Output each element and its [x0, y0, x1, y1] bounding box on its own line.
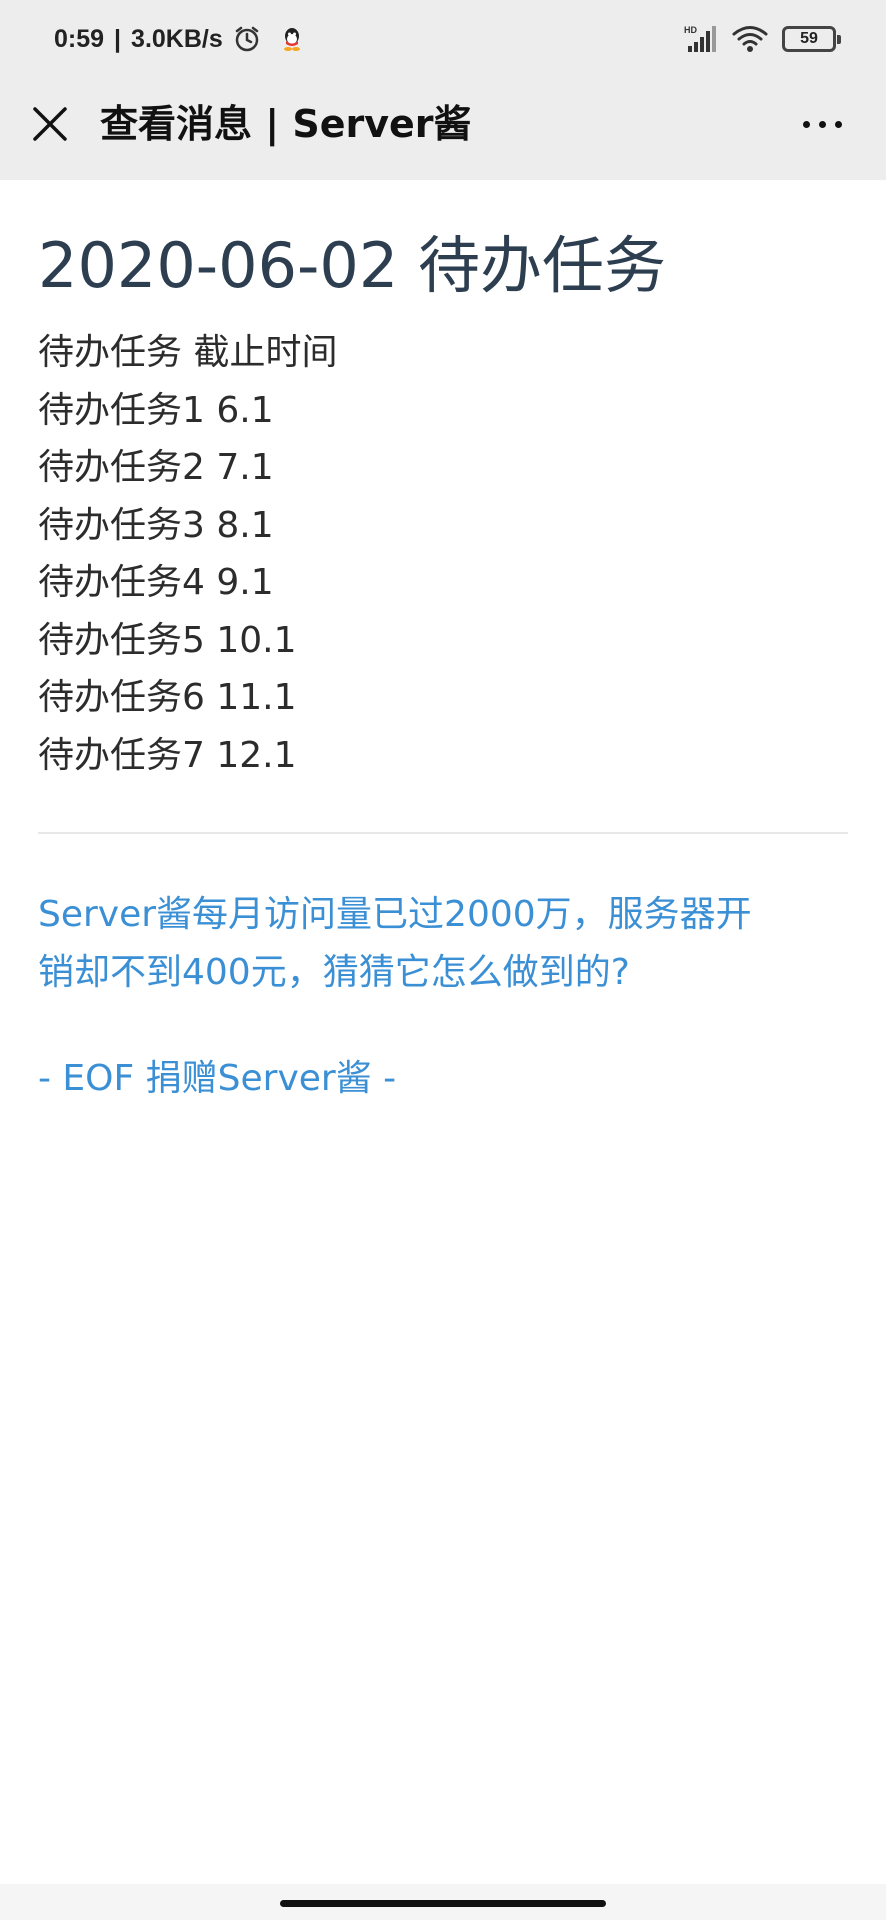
message-content: 2020-06-02 待办任务 待办任务 截止时间 待办任务1 6.1 待办任务…: [38, 180, 848, 1108]
task-list: 待办任务 截止时间 待办任务1 6.1 待办任务2 7.1 待办任务3 8.1 …: [38, 324, 848, 784]
network-type-label: HD: [684, 25, 697, 35]
divider: [38, 832, 848, 834]
battery-icon: 59: [782, 26, 841, 52]
task-row: 待办任务4 9.1: [38, 562, 274, 603]
status-separator: |: [114, 24, 122, 53]
more-icon-dot: [834, 120, 842, 128]
promo-line-1: Server酱每月访问量已过2000万，服务器开: [38, 894, 752, 935]
promo-line-2: 销却不到400元，猜猜它怎么做到的?: [38, 952, 630, 993]
task-row: 待办任务5 10.1: [38, 619, 297, 661]
task-row: 待办任务3 8.1: [38, 504, 274, 546]
task-row: 待办任务2 7.1: [38, 447, 274, 488]
close-button[interactable]: [26, 100, 74, 148]
more-button[interactable]: [794, 100, 850, 148]
promo-link[interactable]: Server酱每月访问量已过2000万，服务器开 销却不到400元，猜猜它怎么做…: [38, 886, 848, 1002]
nav-title: 查看消息 | Server酱: [100, 102, 472, 146]
task-row: 待办任务1 6.1: [38, 389, 274, 431]
status-bar: 0:59 | 3.0KB/s HD 59: [0, 0, 886, 78]
donate-link[interactable]: - EOF 捐赠Server酱 -: [38, 1050, 848, 1108]
message-heading: 2020-06-02 待办任务: [38, 229, 667, 302]
gesture-bar: [0, 1884, 886, 1920]
task-row: 待办任务7 12.1: [38, 734, 297, 776]
qq-icon: [283, 28, 300, 51]
network-speed: 3.0KB/s: [131, 24, 223, 53]
nav-bar: 查看消息 | Server酱: [0, 78, 886, 180]
alarm-icon: [235, 26, 259, 52]
battery-level: 59: [800, 30, 818, 47]
close-icon: [33, 107, 67, 141]
task-list-header: 待办任务 截止时间: [38, 332, 338, 373]
wifi-icon: [732, 26, 768, 52]
more-icon-dot: [818, 120, 826, 128]
home-indicator[interactable]: [280, 1900, 606, 1907]
status-left: 0:59 | 3.0KB/s: [54, 20, 303, 58]
status-time: 0:59: [54, 24, 105, 53]
status-right: HD 59: [684, 22, 841, 56]
signal-icon: HD: [684, 25, 716, 52]
more-icon-dot: [802, 120, 810, 128]
task-row: 待办任务6 11.1: [38, 677, 297, 718]
